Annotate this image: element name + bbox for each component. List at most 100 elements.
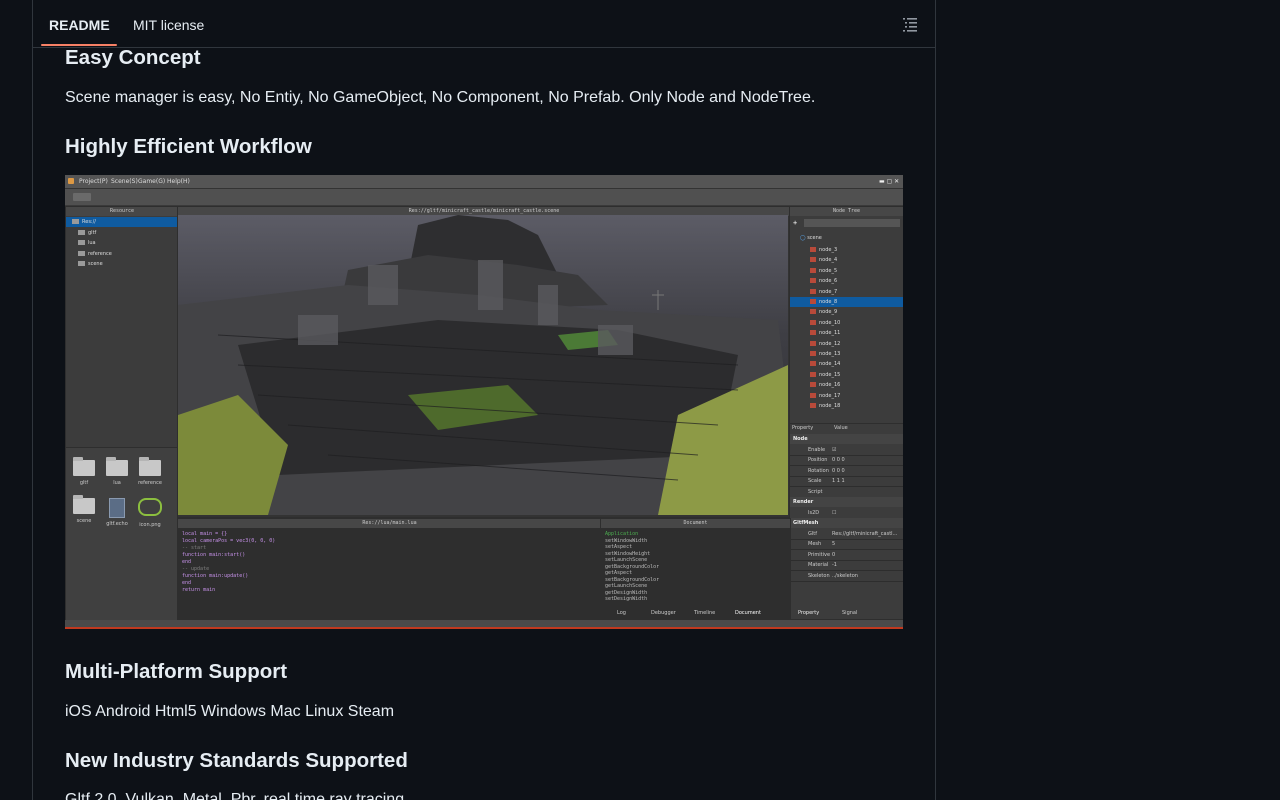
folder-icon (78, 261, 85, 266)
folder-icon (106, 457, 128, 476)
node-tree-item[interactable]: node_3 (810, 245, 837, 255)
add-node-icon: + (793, 219, 798, 227)
resource-panel: Resource Res:// gltf lua reference scene… (65, 206, 179, 620)
gltf-logo-icon (138, 498, 162, 516)
node-tree-title: Node Tree (790, 207, 903, 216)
property-row[interactable]: Position 0 0 0 (790, 455, 903, 466)
node-tree-item[interactable]: node_14 (810, 359, 840, 369)
code-line: local main = {} (182, 531, 228, 537)
code-line: function main:update() (182, 573, 249, 579)
code-line: end (182, 580, 192, 586)
node-icon (810, 319, 816, 325)
node-icon (810, 288, 816, 294)
node-icon (810, 403, 816, 408)
doc-block: Application setWindowWidth setAspect setWin… (605, 531, 659, 603)
node-tree-item[interactable]: node_10 (810, 318, 840, 328)
res-tree-lua: lua (78, 238, 96, 248)
tab-readme[interactable]: README (49, 0, 110, 47)
code-editor-panel: Res://lua/main.lua local main = {} local … (177, 518, 602, 620)
node-icon (810, 371, 816, 377)
code-line: local cameraPos = vec3(0, 0, 0) (182, 538, 276, 544)
node-icon (810, 299, 816, 304)
property-row[interactable]: Material -1 (790, 560, 903, 571)
play-button-icon (73, 193, 91, 201)
asset-reference: reference (135, 457, 165, 486)
node-tree-item[interactable]: node_4 (810, 255, 837, 265)
folder-icon (78, 251, 85, 256)
document-title: Document (601, 519, 790, 528)
node-icon (810, 382, 816, 388)
property-row[interactable]: Is2D ☐ (790, 508, 903, 519)
standards-text: Gltf 2.0, Vulkan, Metal, Pbr, real time … (65, 791, 405, 800)
node-icon (810, 330, 816, 336)
doc-line: setDesignWidth (605, 596, 648, 602)
folder-icon (73, 457, 95, 476)
folder-icon (78, 240, 85, 245)
property-row[interactable]: Rotation 0 0 0 (790, 466, 903, 477)
menu-project: Project(P) (79, 178, 108, 185)
node-icon (810, 309, 816, 315)
multi-platform-text: iOS Android Html5 Windows Mac Linux Stea… (65, 703, 395, 720)
node-icon (810, 257, 816, 263)
node-tree-item[interactable]: node_11 (810, 328, 840, 338)
editor-toolbar (65, 189, 903, 206)
scene-root: ◯ scene (800, 235, 822, 241)
node-tree-item[interactable]: node_6 (810, 276, 837, 286)
outline-toggle-button[interactable] (899, 14, 921, 34)
folder-icon (78, 230, 85, 235)
node-tree-item[interactable]: node_5 (810, 266, 837, 276)
code-line: -- update (182, 566, 210, 572)
heading-workflow: Highly Efficient Workflow (65, 135, 312, 158)
asset-grid: gltf lua reference scene gltf.echo icon.… (66, 447, 178, 620)
menu-game: Game(G) (138, 178, 166, 185)
node-tree-item[interactable]: node_13 (810, 349, 840, 359)
property-row[interactable]: Mesh 5 (790, 539, 903, 550)
folder-icon (72, 219, 79, 224)
node-icon (810, 247, 816, 252)
asset-gltf-echo: gltf.echo (102, 498, 132, 527)
tab-document: Document (735, 610, 761, 616)
property-row[interactable]: Enable ☑ (790, 445, 903, 456)
node-tree-item[interactable]: node_9 (810, 307, 837, 317)
property-row[interactable]: Script (790, 487, 903, 498)
property-row[interactable]: Primitive 0 (790, 550, 903, 561)
menu-scene: Scene(S) (111, 178, 138, 185)
node-search-field (804, 219, 900, 227)
node-icon (810, 267, 816, 273)
prop-header-property: Property (792, 425, 814, 431)
property-row[interactable]: Scale 1 1 1 (790, 476, 903, 487)
node-tree-item[interactable]: node_8 (790, 297, 903, 307)
scene-viewport[interactable] (178, 215, 788, 515)
tab-signal: Signal (842, 610, 858, 616)
folder-icon (139, 457, 161, 476)
heading-standards: New Industry Standards Supported (65, 749, 408, 772)
node-tree-item[interactable]: node_15 (810, 370, 840, 380)
node-icon (810, 361, 816, 367)
node-tree-item[interactable]: node_7 (810, 287, 837, 297)
property-row[interactable]: Gltf Res://gltf/minicraft_castl... (790, 529, 903, 540)
file-icon (109, 498, 125, 518)
node-tree-item[interactable]: node_18 (810, 401, 840, 411)
app-logo-icon (68, 178, 74, 184)
active-tab-indicator (41, 44, 117, 46)
asset-gltf: gltf (69, 457, 99, 486)
readme-container: README MIT license Easy Concept Scene ma… (32, 0, 936, 800)
code-line: end (182, 559, 192, 565)
node-icon (810, 340, 816, 346)
castle-scene-render (178, 215, 788, 515)
tab-mit-license[interactable]: MIT license (133, 0, 204, 47)
asset-scene: scene (69, 495, 99, 524)
node-tree-item[interactable]: node_17 (810, 391, 840, 401)
node-tree-item[interactable]: node_12 (810, 339, 840, 349)
prop-header-value: Value (834, 425, 848, 431)
node-tree-item[interactable]: node_16 (810, 380, 840, 390)
list-icon (903, 18, 917, 32)
node-tree-panel: Node Tree + ◯ scene node_3 node_4 node_5 no… (789, 206, 903, 426)
heading-easy-concept: Easy Concept (65, 46, 201, 69)
tab-log: Log (617, 610, 626, 616)
code-block: local main = {} local cameraPos = vec3(0,… (182, 531, 275, 594)
heading-multi-platform: Multi-Platform Support (65, 660, 288, 683)
editor-screenshot[interactable]: Project(P) Scene(S) Game(G) Help(H) ▬ ▢ … (65, 175, 903, 629)
resource-panel-title: Resource (66, 207, 178, 216)
property-row[interactable]: Skeleton ../skeleton (790, 571, 903, 582)
